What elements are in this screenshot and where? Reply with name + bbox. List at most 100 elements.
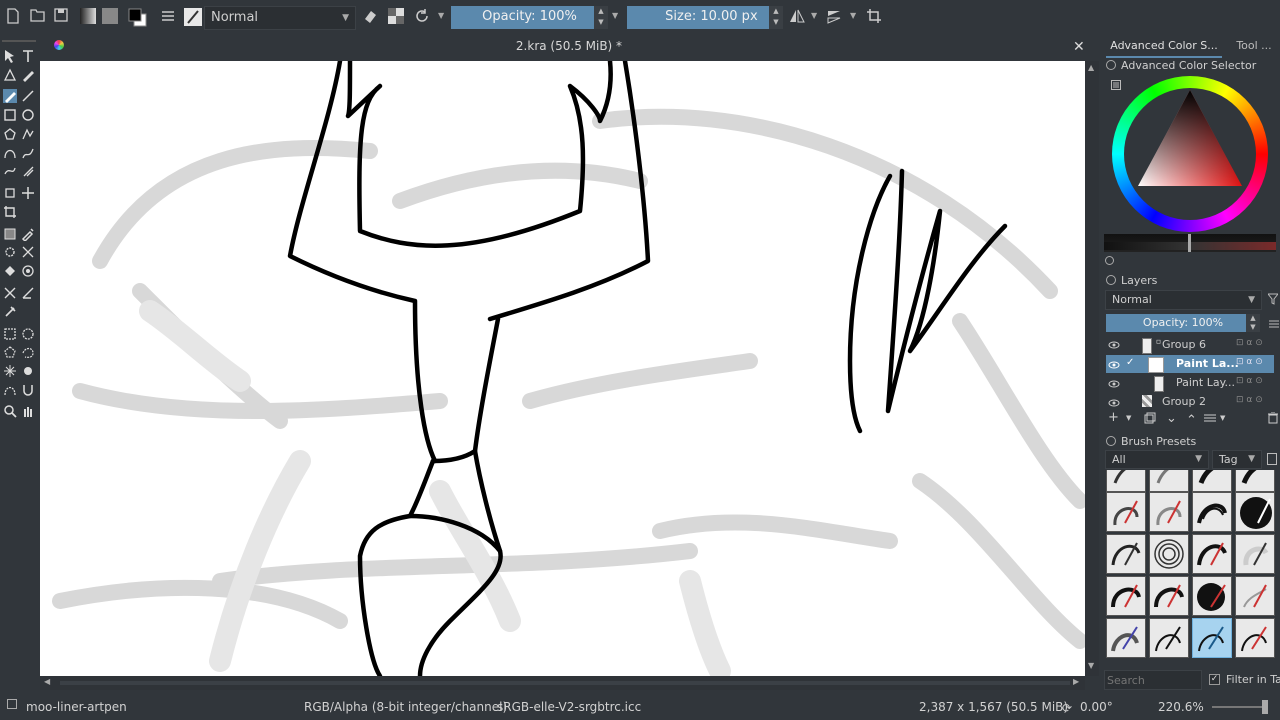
filter-in-tag-checkbox[interactable]: ✓ [1209, 674, 1220, 685]
brush-preset[interactable] [1192, 492, 1232, 532]
vertical-scrollbar[interactable]: ▲ ▼ [1085, 61, 1099, 676]
layers-opacity-spin-icon[interactable]: ▲ ▼ [1246, 314, 1260, 332]
shade-settings-icon[interactable] [1105, 256, 1114, 265]
scroll-right-icon[interactable]: ▶ [1073, 677, 1079, 686]
chevron-down-icon[interactable]: ▼ [850, 11, 856, 20]
visibility-eye-icon[interactable] [1108, 378, 1120, 391]
smart-patch-tool-icon[interactable] [21, 245, 35, 259]
bezier-curve-tool-icon[interactable] [3, 146, 17, 160]
canvas-area[interactable] [40, 61, 1085, 676]
brush-preset[interactable] [1106, 576, 1146, 616]
brush-preset[interactable] [1235, 470, 1275, 492]
freehand-path-tool-icon[interactable] [21, 146, 35, 160]
preserve-alpha-icon[interactable] [388, 8, 406, 26]
brush-preset[interactable] [1192, 576, 1232, 616]
status-rotation[interactable]: 0.00° [1080, 700, 1113, 714]
multibrush-tool-icon[interactable] [21, 164, 35, 178]
colorize-mask-tool-icon[interactable] [3, 245, 17, 259]
move-tool-icon[interactable] [21, 186, 35, 200]
horizontal-scrollbar[interactable]: ◀ ▶ [40, 676, 1085, 690]
layers-blend-mode-select[interactable]: Normal ▼ [1105, 290, 1262, 310]
bezier-select-tool-icon[interactable] [3, 383, 17, 397]
calligraphy-tool-icon[interactable] [21, 68, 35, 82]
visibility-eye-icon[interactable] [1108, 359, 1120, 372]
polygonal-select-tool-icon[interactable] [3, 345, 17, 359]
brush-preset[interactable] [1235, 492, 1275, 532]
chevron-down-icon[interactable]: ▼ [1220, 414, 1225, 422]
wrap-around-icon[interactable] [866, 8, 884, 26]
layer-lock-icon[interactable]: ⊡ α ⊙ [1236, 357, 1263, 367]
fg-bg-color-icon[interactable] [128, 8, 147, 27]
layer-properties-icon[interactable] [1204, 412, 1216, 428]
docker-float-icon[interactable] [1106, 275, 1116, 285]
size-spin-icon[interactable]: ▲ ▼ [769, 6, 783, 29]
select-shapes-tool-icon[interactable] [3, 49, 17, 63]
edit-brush-settings-icon[interactable] [160, 8, 178, 26]
add-layer-icon[interactable]: + [1108, 410, 1119, 425]
brush-preset[interactable] [1149, 576, 1189, 616]
save-icon[interactable] [54, 8, 72, 26]
reload-preset-icon[interactable] [414, 8, 432, 26]
line-tool-icon[interactable] [21, 89, 35, 103]
brush-filter-select[interactable]: All ▼ [1105, 450, 1209, 469]
visibility-eye-icon[interactable] [1108, 397, 1120, 410]
opacity-spin-icon[interactable]: ▲ ▼ [594, 6, 608, 29]
rectangular-select-tool-icon[interactable] [3, 327, 17, 341]
freehand-select-tool-icon[interactable] [21, 345, 35, 359]
color-triangle[interactable] [1134, 86, 1246, 190]
brush-preset[interactable] [1106, 470, 1146, 492]
fill-tool-icon[interactable] [3, 264, 17, 278]
color-history-bar[interactable] [1104, 234, 1276, 252]
ellipse-tool-icon[interactable] [21, 108, 35, 122]
horizontal-scrollbar-thumb[interactable] [60, 681, 1070, 685]
color-wheel[interactable] [1112, 76, 1268, 232]
scroll-up-icon[interactable]: ▲ [1088, 63, 1094, 72]
checkmark-icon[interactable]: ✓ [1126, 357, 1134, 368]
rectangle-tool-icon[interactable] [3, 108, 17, 122]
transform-tool-icon[interactable] [3, 186, 17, 200]
edit-shapes-tool-icon[interactable] [3, 68, 17, 82]
text-tool-icon[interactable] [21, 49, 35, 63]
chevron-down-icon[interactable]: ▼ [811, 11, 817, 20]
eraser-mode-icon[interactable] [362, 8, 380, 26]
layer-row[interactable]: Group 2 ⊡ α ⊙ [1106, 393, 1274, 411]
freehand-brush-tool-icon[interactable] [3, 89, 17, 103]
brush-preset[interactable] [1149, 492, 1189, 532]
blend-mode-select[interactable]: Normal ▼ [204, 6, 356, 30]
brush-search-field[interactable] [1105, 671, 1199, 688]
similar-select-tool-icon[interactable] [21, 364, 35, 378]
tag-select[interactable]: Tag ▼ [1212, 450, 1262, 469]
layers-menu-icon[interactable] [1269, 318, 1279, 332]
chevron-down-icon[interactable]: ▼ [438, 11, 444, 20]
brush-preset[interactable] [1149, 470, 1189, 492]
pan-tool-icon[interactable] [21, 404, 35, 418]
layer-row[interactable]: ⸋ Group 6 ⊡ α ⊙ [1106, 336, 1274, 354]
color-selector-settings-icon[interactable] [1111, 79, 1121, 90]
duplicate-layer-icon[interactable] [1144, 412, 1156, 428]
enclose-fill-tool-icon[interactable] [21, 264, 35, 278]
brush-preset[interactable] [1149, 618, 1189, 658]
chevron-down-icon[interactable]: ▼ [612, 11, 618, 20]
brush-preset[interactable] [1106, 618, 1146, 658]
chevron-down-icon[interactable]: ▼ [1126, 414, 1131, 422]
polygon-tool-icon[interactable] [3, 127, 17, 141]
assistant-tool-icon[interactable] [3, 286, 17, 300]
brush-preset-selected[interactable] [1192, 618, 1232, 658]
delete-layer-icon[interactable] [1268, 411, 1278, 428]
layer-row[interactable]: Paint Lay... ⊡ α ⊙ [1106, 374, 1274, 392]
brush-view-icon[interactable] [1267, 453, 1277, 468]
mirror-horizontal-icon[interactable] [788, 8, 806, 26]
brush-preset[interactable] [1149, 534, 1189, 574]
close-document-icon[interactable]: ✕ [1073, 39, 1085, 55]
move-layer-up-icon[interactable]: ⌃ [1186, 413, 1197, 428]
brush-preset[interactable] [1106, 492, 1146, 532]
measure-tool-icon[interactable] [21, 286, 35, 300]
brush-preset[interactable] [1235, 534, 1275, 574]
color-picker-tool-icon[interactable] [21, 227, 35, 241]
polyline-tool-icon[interactable] [21, 127, 35, 141]
gradient-icon[interactable] [80, 8, 98, 26]
opacity-slider[interactable]: Opacity: 100% ▲ ▼ [451, 6, 608, 29]
open-document-icon[interactable] [30, 8, 48, 26]
brush-preset[interactable] [1235, 576, 1275, 616]
brush-preset-icon[interactable] [184, 8, 202, 26]
